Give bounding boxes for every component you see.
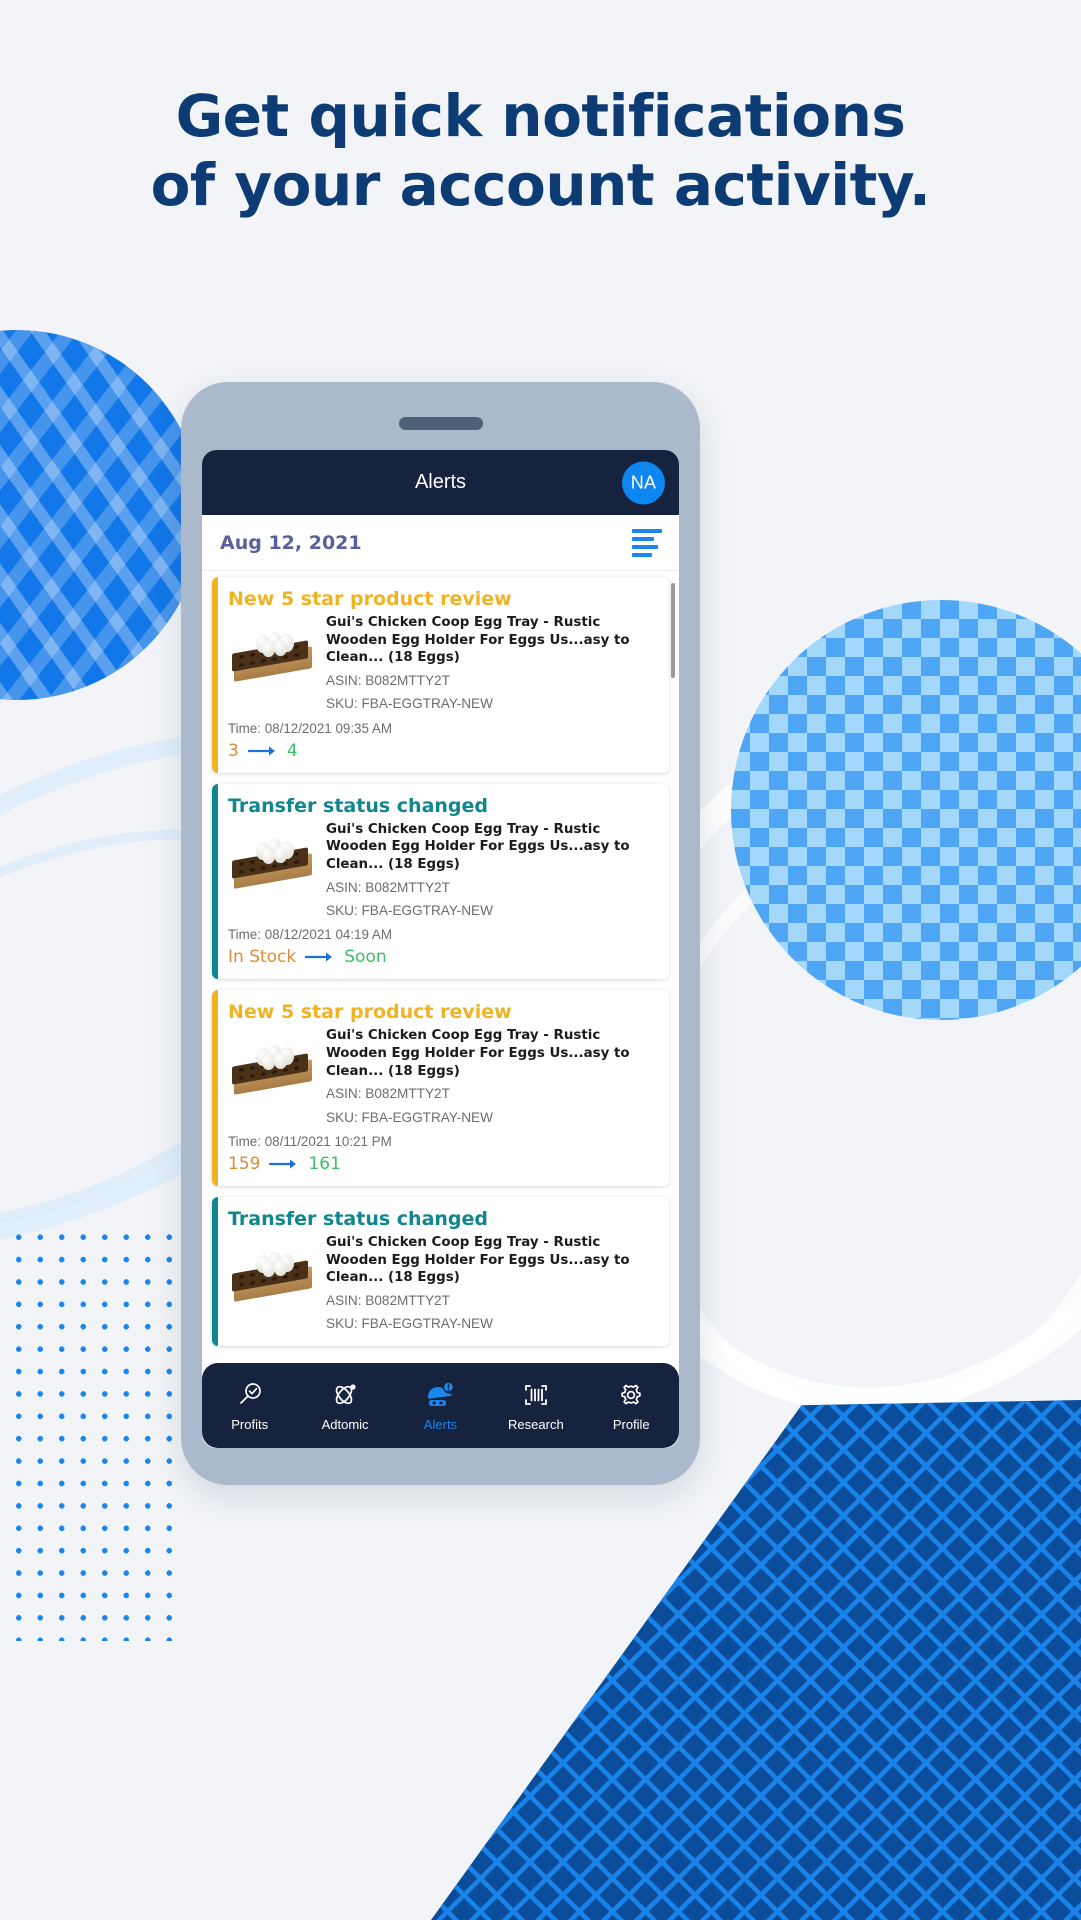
nav-label-alerts: Alerts — [423, 1416, 458, 1432]
alert-accent-bar — [212, 1196, 218, 1346]
alert-value-from: In Stock — [228, 947, 297, 968]
phone-mockup: Alerts NA Aug 12, 2021 New 5 star produc… — [181, 382, 700, 1485]
alert-body: Gui's Chicken Coop Egg Tray - Rustic Woo… — [228, 1234, 657, 1334]
product-name: Gui's Chicken Coop Egg Tray - Rustic Woo… — [326, 1234, 630, 1286]
egg-tray-product-image — [228, 834, 320, 896]
headline-line-1: Get quick notifications — [175, 82, 906, 150]
arrow-right-icon — [269, 1159, 297, 1169]
arrow-right-icon — [247, 746, 275, 756]
product-asin: ASIN: B082MTTY2T — [326, 1293, 450, 1309]
product-sku: SKU: FBA-EGGTRAY-NEW — [326, 1109, 493, 1125]
alert-body: Gui's Chicken Coop Egg Tray - Rustic Woo… — [228, 1027, 657, 1127]
product-name: Gui's Chicken Coop Egg Tray - Rustic Woo… — [326, 821, 630, 873]
bottom-navigation: Profits Adtomic Alerts Research Profile — [202, 1363, 679, 1448]
alert-body: Gui's Chicken Coop Egg Tray - Rustic Woo… — [228, 821, 657, 921]
scrollbar[interactable] — [671, 583, 675, 678]
barcode-scan-icon — [522, 1380, 550, 1410]
plaid-circle-decoration — [0, 330, 202, 700]
egg-tray-product-image — [228, 1247, 320, 1309]
filter-lines-icon[interactable] — [632, 528, 662, 557]
headline-line-2: of your account activity. — [150, 151, 931, 220]
alert-change-row: In Stock Soon — [228, 947, 657, 967]
alert-meta: Gui's Chicken Coop Egg Tray - Rustic Woo… — [326, 821, 657, 921]
avatar-initials: NA — [630, 472, 657, 492]
nav-item-adtomic[interactable]: Adtomic — [302, 1380, 388, 1432]
alert-meta: Gui's Chicken Coop Egg Tray - Rustic Woo… — [326, 1027, 657, 1127]
alert-body: Gui's Chicken Coop Egg Tray - Rustic Woo… — [228, 614, 657, 714]
alert-list[interactable]: New 5 star product review Gui's Chicken … — [202, 571, 679, 1448]
magnifier-check-icon — [236, 1380, 264, 1410]
alert-title: Transfer status changed — [228, 794, 489, 817]
arrow-right-icon — [305, 952, 333, 962]
alert-title: New 5 star product review — [228, 588, 512, 610]
alert-meta: Gui's Chicken Coop Egg Tray - Rustic Woo… — [326, 1234, 657, 1334]
nav-item-profits[interactable]: Profits — [207, 1380, 293, 1432]
alert-accent-bar — [212, 990, 218, 1186]
product-name: Gui's Chicken Coop Egg Tray - Rustic Woo… — [326, 1028, 630, 1079]
product-sku: SKU: FBA-EGGTRAY-NEW — [326, 903, 493, 919]
date-filter-bar: Aug 12, 2021 — [202, 515, 679, 571]
alert-card[interactable]: Transfer status changed Gui's Chicken Co… — [212, 1196, 669, 1346]
alert-value-to: 161 — [308, 1153, 341, 1174]
alert-time: Time: 08/12/2021 09:35 AM — [228, 720, 393, 736]
date-label[interactable]: Aug 12, 2021 — [220, 532, 362, 554]
alert-card[interactable]: New 5 star product review Gui's Chicken … — [212, 990, 669, 1186]
alert-time: Time: 08/12/2021 04:19 AM — [228, 927, 393, 943]
alert-title: New 5 star product review — [228, 1001, 512, 1024]
alert-value-from: 159 — [228, 1153, 261, 1174]
alert-accent-bar — [212, 577, 218, 773]
egg-tray-product-image — [228, 1040, 320, 1102]
product-sku: SKU: FBA-EGGTRAY-NEW — [326, 696, 493, 712]
nav-label-research: Research — [508, 1416, 564, 1432]
nav-label-profile: Profile — [612, 1416, 650, 1432]
phone-screen: Alerts NA Aug 12, 2021 New 5 star produc… — [202, 450, 679, 1448]
phone-speaker — [398, 417, 483, 430]
nav-label-profits: Profits — [231, 1416, 269, 1432]
nav-item-alerts[interactable]: Alerts — [397, 1380, 483, 1432]
product-name: Gui's Chicken Coop Egg Tray - Rustic Woo… — [326, 615, 630, 666]
nav-item-profile[interactable]: Profile — [588, 1380, 674, 1432]
product-asin: ASIN: B082MTTY2T — [326, 673, 450, 689]
alert-meta: Gui's Chicken Coop Egg Tray - Rustic Woo… — [326, 614, 657, 714]
alert-card[interactable]: Transfer status changed Gui's Chicken Co… — [212, 783, 669, 980]
alert-time: Time: 08/11/2021 10:21 PM — [228, 1133, 392, 1149]
alert-accent-bar — [212, 783, 218, 980]
product-asin: ASIN: B082MTTY2T — [326, 879, 450, 895]
atom-icon — [331, 1380, 359, 1410]
gear-icon — [617, 1380, 645, 1410]
detective-hat-icon — [425, 1380, 455, 1410]
alert-value-from: 3 — [228, 740, 239, 761]
app-title: Alerts — [414, 471, 467, 493]
nav-label-adtomic: Adtomic — [321, 1416, 369, 1432]
product-sku: SKU: FBA-EGGTRAY-NEW — [326, 1316, 493, 1332]
alert-change-row: 159 161 — [228, 1154, 657, 1174]
avatar[interactable]: NA — [622, 461, 665, 504]
page-title: Get quick notifications of your account … — [0, 82, 1081, 220]
alert-change-row: 3 4 — [228, 741, 657, 761]
alert-value-to: Soon — [344, 947, 387, 968]
product-asin: ASIN: B082MTTY2T — [326, 1086, 450, 1102]
alert-title: Transfer status changed — [228, 1207, 489, 1230]
egg-tray-product-image — [228, 627, 320, 689]
alert-card[interactable]: New 5 star product review Gui's Chicken … — [212, 577, 669, 773]
nav-item-research[interactable]: Research — [493, 1380, 579, 1432]
dot-grid-decoration — [8, 1226, 178, 1641]
app-header: Alerts NA — [202, 450, 679, 515]
alert-value-to: 4 — [286, 740, 298, 761]
